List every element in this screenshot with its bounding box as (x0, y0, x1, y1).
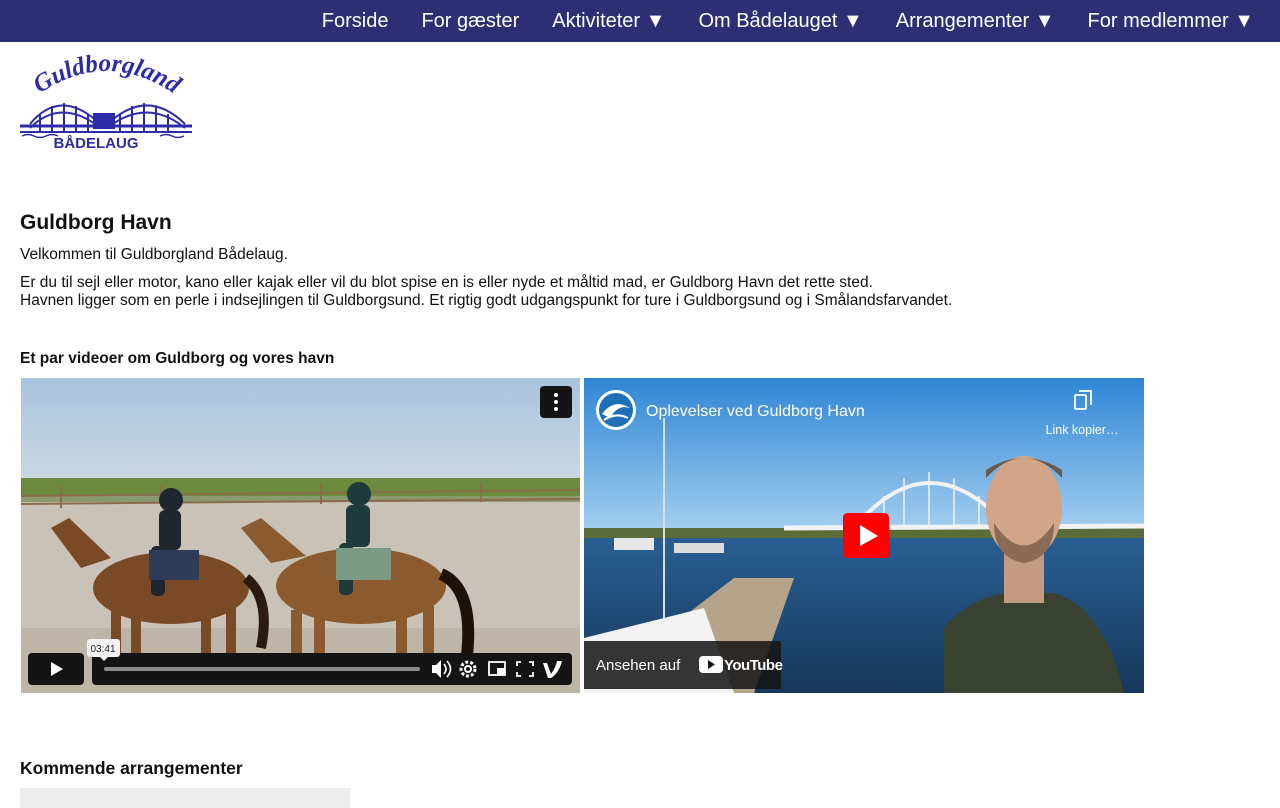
welcome-text: Velkommen til Guldborgland Bådelaug. (20, 246, 288, 263)
logo-text-top: Guldborgland (29, 50, 186, 99)
site-logo[interactable]: Guldborgland BÅDELAUG (20, 48, 192, 152)
vimeo-video-player[interactable]: 03:41 (21, 378, 580, 693)
copy-link-label[interactable]: Link kopier… (1046, 423, 1119, 437)
youtube-play-button[interactable] (843, 513, 890, 558)
nav-item-forside[interactable]: Forside (322, 0, 389, 42)
intro-line-2: Havnen ligger som en perle i indsejlinge… (20, 292, 953, 309)
youtube-video-title[interactable]: Oplevelser ved Guldborg Havn (646, 403, 865, 420)
events-list (20, 788, 350, 808)
events-heading: Kommende arrangementer (20, 758, 243, 778)
youtube-logo-icon (699, 656, 723, 673)
nav-item-om-baadelauget[interactable]: Om Bådelauget ▼ (698, 0, 862, 42)
time-tooltip-text: 03:41 (90, 644, 115, 655)
page-title: Guldborg Havn (20, 211, 172, 234)
youtube-video-player[interactable]: Oplevelser ved Guldborg Havn Link kopier… (584, 378, 1144, 693)
youtube-brand-text: YouTube (724, 657, 783, 674)
top-navigation: Forside For gæster Aktiviteter ▼ Om Både… (0, 0, 1280, 42)
videos-heading: Et par videoer om Guldborg og vores havn (20, 350, 335, 367)
nav-item-for-gaester[interactable]: For gæster (421, 0, 519, 42)
intro-line-1: Er du til sejl eller motor, kano eller k… (20, 274, 873, 291)
bridge-icon (20, 103, 192, 139)
progress-bar[interactable] (104, 667, 420, 671)
watch-on-label: Ansehen auf (596, 657, 681, 674)
more-vertical-icon (554, 393, 558, 411)
logo-text-bottom: BÅDELAUG (54, 135, 139, 152)
youtube-video-frame: Oplevelser ved Guldborg Havn Link kopier… (584, 378, 1144, 693)
nav-menu: Forside For gæster Aktiviteter ▼ Om Både… (322, 0, 1254, 42)
nav-item-aktiviteter[interactable]: Aktiviteter ▼ (552, 0, 665, 42)
nav-item-arrangementer[interactable]: Arrangementer ▼ (896, 0, 1055, 42)
nav-item-for-medlemmer[interactable]: For medlemmer ▼ (1088, 0, 1254, 42)
intro-paragraph: Er du til sejl eller motor, kano eller k… (20, 274, 952, 310)
vimeo-video-frame: 03:41 (21, 378, 580, 693)
logo-graphic: Guldborgland BÅDELAUG (20, 50, 192, 152)
